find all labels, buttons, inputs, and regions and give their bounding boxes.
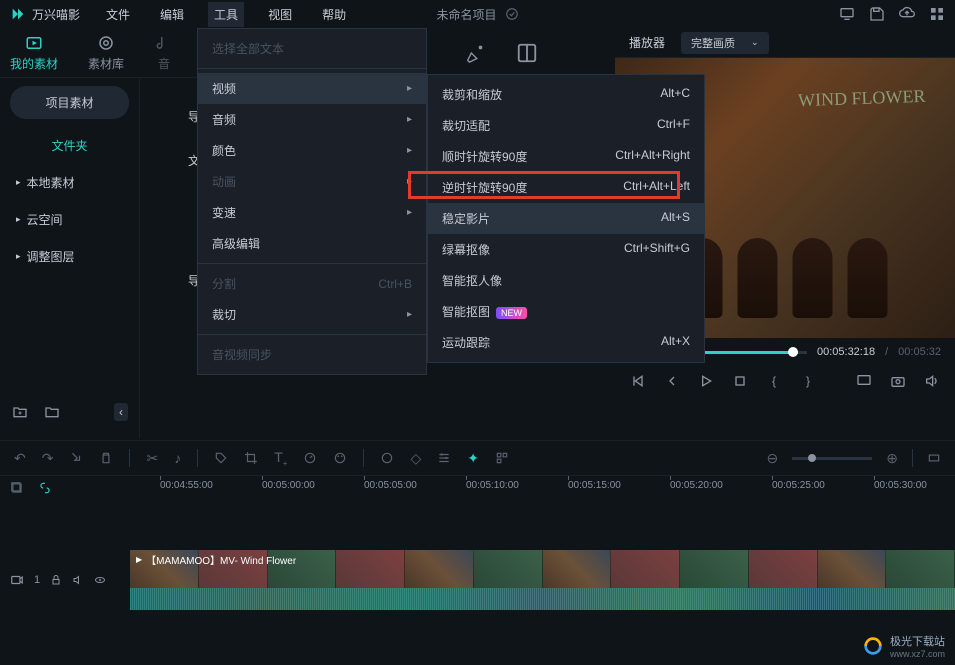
menu-file[interactable]: 文件 xyxy=(100,2,136,27)
mute-icon[interactable] xyxy=(72,574,84,586)
cast-icon[interactable] xyxy=(855,372,873,390)
dd-green-screen[interactable]: 绿幕抠像Ctrl+Shift+G xyxy=(428,234,704,265)
sidebar-item-adjust[interactable]: ▸调整图层 xyxy=(0,238,139,275)
tools-dropdown: 选择全部文本 视频▸ 音频▸ 颜色▸ 动画▸ 变速▸ 高级编辑 分割Ctrl+B… xyxy=(197,28,427,375)
dd-av-sync: 音视频同步 xyxy=(198,339,426,370)
player-label: 播放器 xyxy=(629,34,665,51)
lasso-icon[interactable] xyxy=(69,451,83,465)
timeline-layers-icon[interactable] xyxy=(10,481,24,495)
zoom-in-icon[interactable]: ⊕ xyxy=(886,450,898,467)
delete-icon[interactable] xyxy=(99,451,113,465)
dd-speed[interactable]: 变速▸ xyxy=(198,197,426,228)
tab-my-assets[interactable]: 我的素材 xyxy=(10,34,58,72)
grid-icon[interactable] xyxy=(495,451,509,465)
save-icon[interactable] xyxy=(869,6,885,22)
time-total: 00:05:32 xyxy=(898,346,941,358)
sliders-icon[interactable] xyxy=(437,451,451,465)
menu-edit[interactable]: 编辑 xyxy=(154,2,190,27)
dd-smart-cutout[interactable]: 智能抠图NEW xyxy=(428,296,704,327)
speed-icon[interactable] xyxy=(303,451,317,465)
auto-icon[interactable]: ✦ xyxy=(467,450,479,467)
layout-icon[interactable] xyxy=(516,42,538,64)
monitor-icon[interactable] xyxy=(839,6,855,22)
video-clip[interactable]: 【MAMAMOO】MV- Wind Flower xyxy=(130,550,955,610)
dd-split: 分割Ctrl+B xyxy=(198,268,426,299)
lock-icon[interactable] xyxy=(50,574,62,586)
step-back-icon[interactable] xyxy=(663,372,681,390)
music-icon[interactable]: ♪ xyxy=(174,450,181,466)
timeline-toolbar: ↶ ↷ ✂ ♪ T+ ◇ ✦ ⊖ ⊕ xyxy=(0,440,955,476)
watermark: 极光下载站 www.xz7.com xyxy=(862,633,945,659)
dd-crop-zoom[interactable]: 裁剪和缩放Alt+C xyxy=(428,79,704,110)
dd-crop[interactable]: 裁切▸ xyxy=(198,299,426,330)
zoom-out-icon[interactable]: ⊖ xyxy=(767,450,779,467)
undo-icon[interactable]: ↶ xyxy=(14,450,26,467)
fit-icon[interactable] xyxy=(927,451,941,465)
stop-icon[interactable] xyxy=(731,372,749,390)
menu-view[interactable]: 视图 xyxy=(262,2,298,27)
quality-select[interactable]: 完整画质⌄ xyxy=(681,32,769,54)
sidebar-folder[interactable]: 文件夹 xyxy=(0,127,139,164)
video-track: 1 【MAMAMOO】MV- Wind Flower xyxy=(0,550,955,610)
dd-select-all-text: 选择全部文本 xyxy=(198,33,426,64)
mark-out-icon[interactable]: } xyxy=(799,372,817,390)
video-submenu: 裁剪和缩放Alt+C 裁切适配Ctrl+F 顺时针旋转90度Ctrl+Alt+R… xyxy=(427,74,705,363)
timeline-link-icon[interactable] xyxy=(38,481,52,495)
folder-icon[interactable] xyxy=(44,404,60,420)
tag-icon[interactable] xyxy=(214,451,228,465)
apps-icon[interactable] xyxy=(929,6,945,22)
menu-tools[interactable]: 工具 xyxy=(208,2,244,27)
dd-smart-portrait[interactable]: 智能抠人像 xyxy=(428,265,704,296)
dd-video[interactable]: 视频▸ xyxy=(198,73,426,104)
text-icon[interactable]: T+ xyxy=(274,449,287,468)
dd-animation: 动画▸ xyxy=(198,166,426,197)
mark-in-icon[interactable]: { xyxy=(765,372,783,390)
sidebar-item-local[interactable]: ▸本地素材 xyxy=(0,164,139,201)
play-icon[interactable] xyxy=(697,372,715,390)
dd-audio[interactable]: 音频▸ xyxy=(198,104,426,135)
time-current: 00:05:32:18 xyxy=(817,346,875,358)
timeline: 00:04:55:00 00:05:00:00 00:05:05:00 00:0… xyxy=(0,476,955,665)
dd-advanced-edit[interactable]: 高级编辑 xyxy=(198,228,426,259)
dd-rotate-ccw[interactable]: 逆时针旋转90度Ctrl+Alt+Left xyxy=(428,172,704,203)
redo-icon[interactable]: ↷ xyxy=(42,450,54,467)
brush-icon[interactable] xyxy=(464,42,486,64)
crop-tl-icon[interactable] xyxy=(244,451,258,465)
cloud-upload-icon[interactable] xyxy=(899,6,915,22)
tab-asset-library[interactable]: 素材库 xyxy=(88,34,124,72)
palette-icon[interactable] xyxy=(333,451,347,465)
dd-color[interactable]: 颜色▸ xyxy=(198,135,426,166)
check-circle-icon xyxy=(505,7,519,21)
cut-icon[interactable]: ✂ xyxy=(146,450,158,467)
app-name: 万兴喵影 xyxy=(32,6,80,23)
menu-help[interactable]: 帮助 xyxy=(316,2,352,27)
menubar: 文件 编辑 工具 视图 帮助 xyxy=(100,2,352,27)
sidebar-project-assets[interactable]: 项目素材 xyxy=(10,86,129,119)
visibility-icon[interactable] xyxy=(94,574,106,586)
collapse-sidebar-icon[interactable]: ‹ xyxy=(114,403,128,421)
dd-stabilize[interactable]: 稳定影片Alt+S xyxy=(428,203,704,234)
keyframe-icon[interactable]: ◇ xyxy=(410,450,421,467)
video-track-icon xyxy=(10,573,24,587)
volume-icon[interactable] xyxy=(923,372,941,390)
app-logo: 万兴喵影 xyxy=(10,6,80,23)
dd-crop-fit[interactable]: 裁切适配Ctrl+F xyxy=(428,110,704,141)
dd-motion-track[interactable]: 运动跟踪Alt+X xyxy=(428,327,704,358)
sidebar-item-cloud[interactable]: ▸云空间 xyxy=(0,201,139,238)
snapshot-icon[interactable] xyxy=(889,372,907,390)
zoom-slider[interactable] xyxy=(792,457,872,460)
mask-icon[interactable] xyxy=(380,451,394,465)
sidebar: 项目素材 文件夹 ▸本地素材 ▸云空间 ▸调整图层 xyxy=(0,78,140,438)
timeline-ruler[interactable]: 00:04:55:00 00:05:00:00 00:05:05:00 00:0… xyxy=(130,476,955,500)
project-name: 未命名项目 xyxy=(436,6,496,23)
new-folder-icon[interactable] xyxy=(12,404,28,420)
dd-rotate-cw[interactable]: 顺时针旋转90度Ctrl+Alt+Right xyxy=(428,141,704,172)
tab-audio[interactable]: 音 xyxy=(154,34,174,72)
prev-frame-icon[interactable] xyxy=(629,372,647,390)
